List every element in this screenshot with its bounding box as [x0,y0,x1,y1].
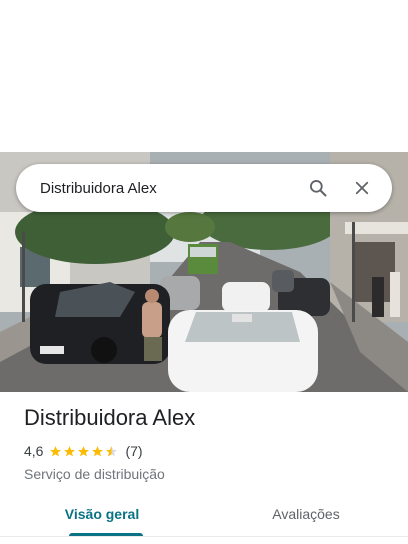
rating-value: 4,6 [24,443,44,459]
star-full-icon [92,445,104,456]
star-half-icon [106,445,118,456]
tab-divider [0,536,408,537]
search-button[interactable] [296,166,340,210]
place-category[interactable]: Serviço de distribuição [24,466,384,482]
search-input[interactable]: Distribuidora Alex [16,180,296,197]
tab-overview[interactable]: Visão geral [0,496,204,536]
tab-overview-label: Visão geral [64,506,140,522]
tab-reviews[interactable]: Avaliações [204,496,408,536]
review-count: (7) [125,443,143,459]
place-title: Distribuidora Alex [24,405,196,430]
search-bar[interactable]: Distribuidora Alex [16,164,392,212]
star-rating [49,445,119,458]
blank-header-area [0,0,408,152]
tab-reviews-label: Avaliações [272,506,340,522]
search-icon [310,180,327,197]
place-info: Distribuidora Alex 4,6 (7) Serviço de di… [24,404,384,482]
rating-row[interactable]: 4,6 (7) [24,442,384,460]
star-full-icon [50,445,62,456]
tab-bar: Visão geral Avaliações [0,496,408,536]
close-icon [355,181,369,195]
clear-search-button[interactable] [340,166,384,210]
star-full-icon [64,445,76,456]
star-full-icon [78,445,90,456]
